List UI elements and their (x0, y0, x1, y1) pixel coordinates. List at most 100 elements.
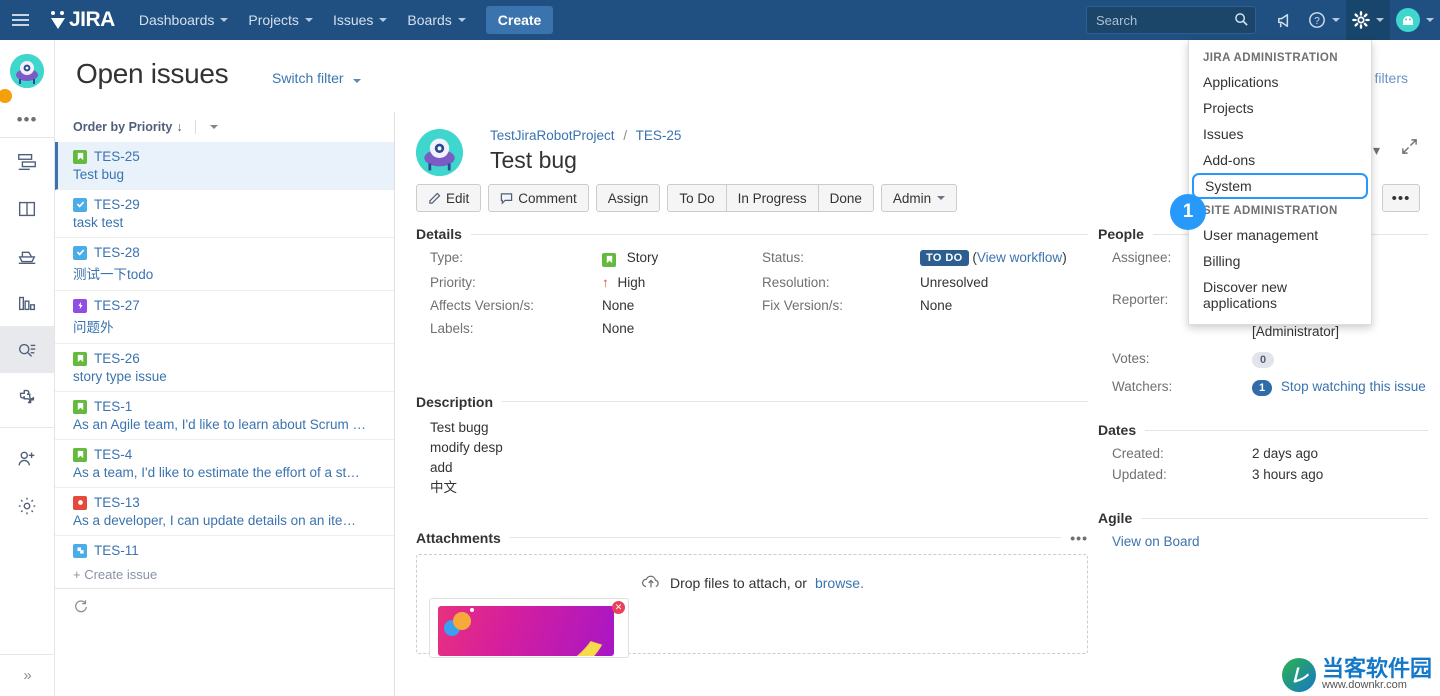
menu-item-user-management[interactable]: User management (1189, 222, 1371, 248)
filters-link[interactable]: filters (1375, 70, 1408, 86)
ship-release-icon[interactable] (0, 232, 54, 279)
jira-admin-dropdown-menu: JIRA ADMINISTRATION Applications Project… (1188, 40, 1372, 325)
list-item[interactable]: TES-13 As a developer, I can update deta… (55, 488, 394, 536)
story-type-icon (73, 400, 87, 414)
nav-issues[interactable]: Issues (323, 0, 397, 40)
gear-icon[interactable] (1346, 0, 1390, 40)
jira-logo[interactable]: JIRA (48, 8, 115, 32)
in-progress-transition-button[interactable]: In Progress (726, 184, 819, 212)
project-avatar-large (416, 129, 463, 176)
upload-cloud-icon (640, 573, 662, 594)
project-settings-icon[interactable] (0, 482, 54, 529)
issues-search-icon[interactable] (0, 326, 54, 373)
issue-key: TES-4 (94, 447, 132, 462)
admin-dropdown-button[interactable]: Admin (881, 184, 957, 212)
expand-sidebar-icon[interactable]: » (0, 654, 55, 696)
list-refresh-button[interactable] (55, 588, 394, 622)
view-workflow-link[interactable]: View workflow (977, 250, 1062, 265)
add-people-icon[interactable] (0, 435, 54, 482)
order-by-label[interactable]: Order by Priority (73, 120, 172, 134)
jira-logo-text: JIRA (69, 8, 115, 32)
view-on-board-link[interactable]: View on Board (1098, 534, 1428, 549)
addons-puzzle-icon[interactable] (0, 373, 54, 420)
chevron-down-icon (1376, 18, 1384, 22)
reports-icon[interactable] (0, 279, 54, 326)
comment-button[interactable]: Comment (488, 184, 589, 212)
menu-item-system[interactable]: System (1192, 173, 1368, 199)
grid-spacer (920, 321, 1088, 336)
attachment-dropzone[interactable]: Drop files to attach, or browse. ✕ (416, 554, 1088, 654)
todo-transition-button[interactable]: To Do (667, 184, 726, 212)
created-label: Created: (1112, 446, 1252, 461)
remove-attachment-icon[interactable]: ✕ (612, 601, 625, 614)
votes-label: Votes: (1112, 343, 1252, 366)
labels-label: Labels: (430, 321, 602, 336)
more-dots-icon[interactable]: ••• (0, 102, 54, 138)
board-icon[interactable] (0, 185, 54, 232)
nav-projects[interactable]: Projects (238, 0, 323, 40)
comment-button-label: Comment (518, 191, 577, 206)
create-button[interactable]: Create (486, 6, 554, 34)
stop-watching-link[interactable]: Stop watching this issue (1281, 379, 1426, 394)
list-item[interactable]: TES-4 As a team, I'd like to estimate th… (55, 440, 394, 488)
list-item[interactable]: TES-28 测试一下todo (55, 238, 394, 291)
agile-heading: Agile (1098, 510, 1132, 526)
breadcrumb-issue-key[interactable]: TES-25 (636, 128, 682, 143)
sort-direction-icon[interactable]: ↓ (176, 120, 182, 134)
nav-dashboards[interactable]: Dashboards (129, 0, 239, 40)
sidebar-project-avatar[interactable] (0, 40, 54, 102)
menu-item-applications[interactable]: Applications (1189, 69, 1371, 95)
megaphone-icon[interactable] (1266, 0, 1302, 40)
chevron-down-icon[interactable]: ▾ (1373, 142, 1380, 159)
list-item[interactable]: TES-25 Test bug (55, 142, 394, 190)
module-rule (1145, 430, 1428, 431)
issue-summary: As a team, I'd like to estimate the effo… (73, 465, 380, 480)
expand-fullscreen-icon[interactable] (1401, 138, 1418, 158)
module-rule (1141, 518, 1428, 519)
done-transition-button[interactable]: Done (818, 184, 874, 212)
menu-item-addons[interactable]: Add-ons (1189, 147, 1371, 173)
issue-key-row: TES-11 (73, 543, 380, 558)
attachment-thumbnail[interactable]: ✕ (429, 598, 629, 658)
more-actions-button[interactable]: ••• (1382, 184, 1420, 212)
chevron-down-icon[interactable] (210, 125, 218, 129)
votes-count-badge: 0 (1252, 352, 1274, 368)
profile-avatar[interactable] (1390, 0, 1440, 40)
bug-type-icon (73, 496, 87, 510)
menu-item-projects[interactable]: Projects (1189, 95, 1371, 121)
nav-boards[interactable]: Boards (397, 0, 475, 40)
menu-item-issues[interactable]: Issues (1189, 121, 1371, 147)
list-item[interactable]: TES-29 task test (55, 190, 394, 238)
list-item[interactable]: TES-26 story type issue (55, 344, 394, 392)
list-item[interactable]: TES-27 问题外 (55, 291, 394, 344)
breadcrumb-separator: / (623, 128, 627, 143)
list-item[interactable]: TES-1 As an Agile team, I'd like to lear… (55, 392, 394, 440)
breadcrumb-project[interactable]: TestJiraRobotProject (490, 128, 615, 143)
switch-filter-link[interactable]: Switch filter (272, 70, 361, 86)
browse-link[interactable]: browse. (815, 575, 864, 591)
hamburger-menu-icon[interactable] (0, 0, 40, 40)
issue-key: TES-1 (94, 399, 132, 414)
votes-value: 0 (1252, 343, 1428, 368)
issue-key: TES-27 (94, 298, 140, 313)
assign-button[interactable]: Assign (596, 184, 661, 212)
menu-item-discover-new-applications[interactable]: Discover new applications (1189, 274, 1371, 316)
attachments-heading: Attachments (416, 530, 501, 546)
fix-version-value: None (920, 298, 1088, 313)
create-issue-inline-button[interactable]: + Create issue (55, 561, 394, 588)
attachments-options-icon[interactable]: ••• (1070, 530, 1088, 546)
backlog-icon[interactable] (0, 138, 54, 185)
list-item[interactable]: TES-11 (55, 536, 394, 561)
edit-button[interactable]: Edit (416, 184, 481, 212)
resolution-value: Unresolved (920, 275, 1088, 290)
help-icon[interactable]: ? (1302, 0, 1346, 40)
issue-key-row: TES-29 (73, 197, 380, 212)
updated-label: Updated: (1112, 467, 1252, 482)
description-body[interactable]: Test bugg modify desp add 中文 (416, 418, 1088, 498)
created-value: 2 days ago (1252, 446, 1428, 461)
menu-item-billing[interactable]: Billing (1189, 248, 1371, 274)
issue-navigator-list: Order by Priority ↓ TES-25 Test bug TES-… (55, 112, 395, 696)
search-input[interactable] (1086, 6, 1256, 34)
reporter-subtitle-2: [Administrator] (1252, 324, 1428, 339)
details-heading: Details (416, 226, 462, 242)
